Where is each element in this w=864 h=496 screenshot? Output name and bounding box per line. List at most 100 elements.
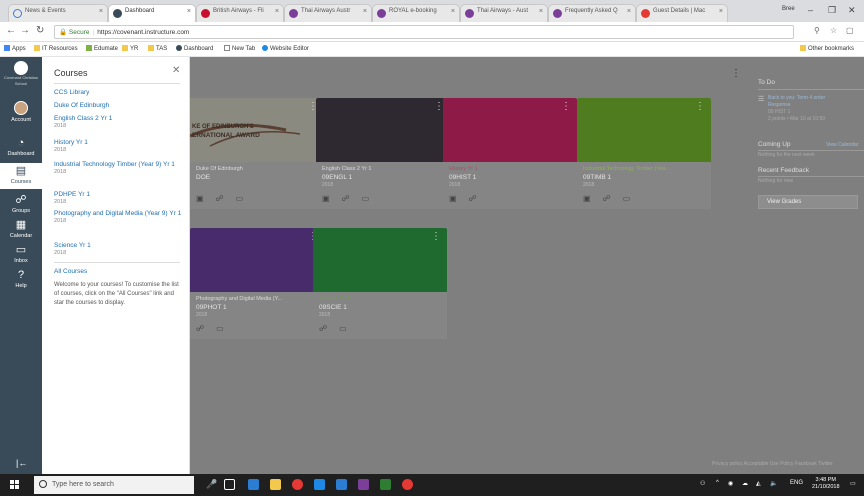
back-icon[interactable]: ← [6, 25, 16, 36]
card-course-name[interactable]: Duke Of Edinburgh [196, 166, 318, 172]
close-icon[interactable]: × [451, 8, 455, 15]
zoom-icon[interactable]: ⚲ [814, 26, 820, 35]
people-icon[interactable]: ⚇ [700, 480, 705, 487]
close-icon[interactable]: ✕ [172, 65, 180, 76]
bookmark-new-tab[interactable]: New Tab [224, 45, 255, 52]
card-action-icons[interactable]: ▣☍ [449, 194, 489, 203]
tray-course-item[interactable]: CCS Library [54, 89, 182, 97]
taskbar-search-input[interactable]: Type here to search [34, 476, 194, 494]
forward-icon[interactable]: → [20, 25, 30, 36]
card-header[interactable]: ⋮ [577, 98, 711, 162]
url-input[interactable]: 🔒 Secure | https://covenant.instructure.co… [54, 25, 794, 39]
close-icon[interactable]: × [627, 8, 631, 15]
bookmark-apps[interactable]: Apps [4, 45, 26, 52]
nav-groups[interactable]: ☍ Groups [0, 194, 42, 214]
close-icon[interactable]: × [99, 8, 103, 15]
course-card[interactable]: ⋮ English Class 2 Yr 1 09ENGL 1 2018 ▣☍▭ [316, 98, 450, 209]
dashboard-options-icon[interactable]: ⋮ [731, 69, 741, 79]
bookmark-tas[interactable]: TAS [148, 45, 167, 52]
app-icon[interactable] [402, 479, 413, 490]
card-action-icons[interactable]: ☍▭ [196, 324, 236, 333]
wifi-icon[interactable]: ◭ [756, 480, 761, 487]
tab-faq[interactable]: Frequently Asked Q × [548, 4, 636, 22]
view-calendar-link[interactable]: View Calendar [826, 142, 858, 148]
close-icon[interactable]: × [275, 8, 279, 15]
tray-course-item[interactable]: Duke Of Edinburgh [54, 102, 182, 110]
skype-icon[interactable] [314, 479, 325, 490]
close-icon[interactable]: × [187, 8, 191, 15]
tray-course-item[interactable]: Industrial Technology Timber (Year 9) Yr… [54, 161, 182, 176]
word-icon[interactable] [336, 479, 347, 490]
card-options-icon[interactable]: ⋮ [561, 102, 571, 112]
close-icon[interactable]: × [719, 8, 723, 15]
minimize-icon[interactable]: – [808, 5, 813, 15]
tray-course-item[interactable]: PDHPE Yr 1 2018 [54, 191, 182, 206]
microphone-icon[interactable]: 🎤 [206, 479, 217, 490]
card-course-name[interactable]: Science Yr 1 [319, 296, 441, 302]
card-course-name[interactable]: Industrial Technology Timber (Yea... [583, 166, 705, 172]
card-action-icons[interactable]: ▣☍▭ [196, 194, 255, 203]
task-view-icon[interactable] [224, 479, 235, 490]
chrome-icon[interactable] [292, 479, 303, 490]
notifications-icon[interactable]: ▭ [850, 480, 856, 487]
windows-start-icon[interactable] [10, 480, 20, 490]
todo-item-link[interactable]: Back to you: Term 4 order [768, 95, 825, 101]
extension-icon[interactable]: ▢ [846, 26, 854, 35]
volume-icon[interactable]: 🔈 [770, 480, 777, 487]
card-options-icon[interactable]: ⋮ [431, 232, 441, 242]
tab-royal-ebooking[interactable]: ROYAL e-booking × [372, 4, 460, 22]
card-header[interactable]: ⋮ [190, 228, 324, 292]
nav-courses[interactable]: ▤ Courses [0, 163, 42, 189]
window-close-icon[interactable]: ✕ [848, 5, 856, 16]
tray-course-item[interactable]: Photography and Digital Media (Year 9) Y… [54, 210, 182, 225]
onenote-icon[interactable] [358, 479, 369, 490]
card-course-name[interactable]: History Yr 1 [449, 166, 571, 172]
nav-calendar[interactable]: ▦ Calendar [0, 219, 42, 239]
course-card[interactable]: KE OF EDINBURGH'S ERNATIONAL AWARD ⋮ Duk… [190, 98, 324, 209]
card-action-icons[interactable]: ▣☍▭ [322, 194, 381, 203]
tab-news-events[interactable]: News & Events × [8, 4, 108, 22]
tab-guest-details[interactable]: Guest Details | Mac × [636, 4, 728, 22]
reload-icon[interactable]: ↻ [36, 25, 44, 36]
close-icon[interactable]: × [539, 8, 543, 15]
card-action-icons[interactable]: ☍▭ [319, 324, 359, 333]
outlook-icon[interactable] [248, 479, 259, 490]
card-header[interactable]: ⋮ [313, 228, 447, 292]
all-courses-link[interactable]: All Courses [54, 268, 87, 275]
todo-item-link-2[interactable]: Response [768, 102, 791, 108]
tray-course-item[interactable]: English Class 2 Yr 1 2018 [54, 115, 182, 130]
footer-links[interactable]: Privacy policy Acceptable Use Policy Fac… [712, 461, 833, 467]
bookmark-edumate[interactable]: Edumate [86, 45, 118, 52]
card-options-icon[interactable]: ⋮ [695, 102, 705, 112]
tab-thai-airways-2[interactable]: Thai Airways - Aust × [460, 4, 548, 22]
network-icon[interactable]: ◉ [728, 480, 733, 487]
tab-thai-airways-1[interactable]: Thai Airways Austr × [284, 4, 372, 22]
tray-course-item[interactable]: History Yr 1 2018 [54, 139, 182, 154]
card-course-name[interactable]: Photography and Digital Media (Y... [196, 296, 318, 302]
taskbar-clock[interactable]: 3:48 PM 21/10/2018 [812, 477, 840, 491]
card-header[interactable]: ⋮ [316, 98, 450, 162]
school-logo[interactable]: Covenant Christian School [0, 61, 42, 87]
profile-label[interactable]: Bree [782, 6, 795, 12]
collapse-nav-icon[interactable]: |← [16, 458, 27, 468]
tray-course-item[interactable]: Science Yr 1 2018 [54, 242, 182, 257]
show-hidden-icons[interactable]: ^ [716, 480, 719, 486]
language-indicator[interactable]: ENG [790, 480, 803, 486]
tab-british-airways[interactable]: British Airways - Fli × [196, 4, 284, 22]
course-card[interactable]: ⋮ Industrial Technology Timber (Yea... 0… [577, 98, 711, 209]
tab-dashboard[interactable]: Dashboard × [108, 4, 196, 22]
nav-dashboard[interactable]: ◔ Dashboard [0, 137, 42, 157]
course-card[interactable]: ⋮ Science Yr 1 09SCIE 1 2018 ☍▭ [313, 228, 447, 339]
close-icon[interactable]: × [363, 8, 367, 15]
card-header[interactable]: KE OF EDINBURGH'S ERNATIONAL AWARD ⋮ [190, 98, 324, 162]
bookmark-website-editor[interactable]: Website Editor [262, 45, 309, 52]
other-bookmarks[interactable]: Other bookmarks [800, 45, 854, 52]
nav-help[interactable]: ? Help [0, 269, 42, 289]
card-header[interactable]: ⋮ [443, 98, 577, 162]
bookmark-it-resources[interactable]: IT Resources [34, 45, 78, 52]
course-card[interactable]: ⋮ History Yr 1 09HIST 1 2018 ▣☍ [443, 98, 577, 209]
nav-account[interactable]: Account [0, 101, 42, 123]
file-explorer-icon[interactable] [270, 479, 281, 490]
bookmark-yr[interactable]: YR [122, 45, 138, 52]
view-grades-button[interactable]: View Grades [758, 195, 858, 209]
